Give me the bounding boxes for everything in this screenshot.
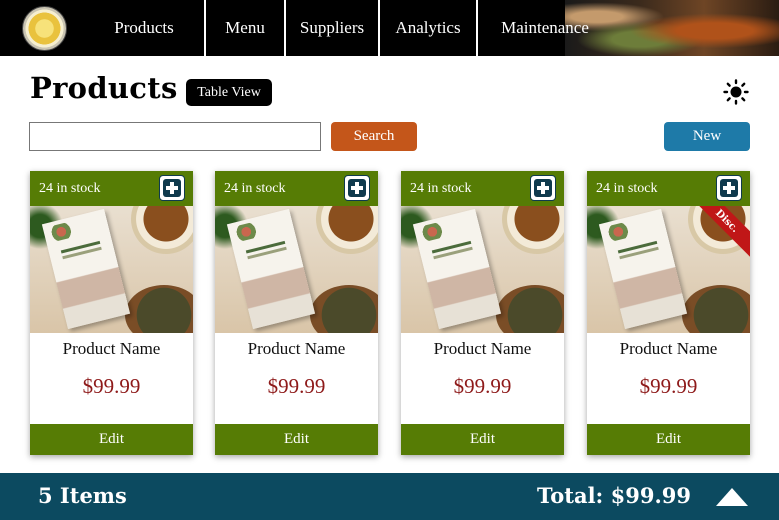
stock-label: 24 in stock	[596, 181, 658, 196]
triangle-up-icon[interactable]	[715, 487, 749, 507]
product-card: 24 in stock Disc. Product Name $99.99 Ed…	[587, 171, 750, 455]
items-count: 5 Items	[38, 483, 127, 508]
lemon-tea-logo[interactable]	[22, 6, 67, 51]
product-name: Product Name	[62, 339, 161, 358]
product-image[interactable]	[215, 206, 378, 333]
cart-footer: 5 Items Total: $99.99	[0, 473, 779, 520]
product-name: Product Name	[619, 339, 718, 358]
nav-item-maintenance[interactable]: Maintenance	[478, 0, 612, 56]
product-name: Product Name	[433, 339, 532, 358]
product-card: 24 in stock Product Name $99.99 Edit	[401, 171, 564, 455]
new-product-button[interactable]: New	[664, 122, 750, 151]
stock-label: 24 in stock	[224, 181, 286, 196]
product-image[interactable]	[30, 206, 193, 333]
product-image[interactable]	[401, 206, 564, 333]
add-to-cart-icon[interactable]	[530, 175, 556, 201]
card-header: 24 in stock	[401, 171, 564, 206]
nav-item-products[interactable]: Products	[86, 0, 202, 56]
product-price: $99.99	[82, 374, 141, 398]
card-header: 24 in stock	[215, 171, 378, 206]
edit-button[interactable]: Edit	[215, 424, 378, 455]
product-card: 24 in stock Product Name $99.99 Edit	[215, 171, 378, 455]
add-to-cart-icon[interactable]	[159, 175, 185, 201]
top-nav: Products Menu Suppliers Analytics Mainte…	[0, 0, 779, 56]
add-to-cart-icon[interactable]	[344, 175, 370, 201]
product-price: $99.99	[453, 374, 512, 398]
card-header: 24 in stock	[30, 171, 193, 206]
product-card: 24 in stock Product Name $99.99 Edit	[30, 171, 193, 455]
product-image[interactable]: Disc.	[587, 206, 750, 333]
card-header: 24 in stock	[587, 171, 750, 206]
table-view-toggle[interactable]: Table View	[186, 79, 272, 106]
product-price: $99.99	[639, 374, 698, 398]
nav-item-suppliers[interactable]: Suppliers	[286, 0, 378, 56]
nav-item-menu[interactable]: Menu	[206, 0, 284, 56]
edit-button[interactable]: Edit	[30, 424, 193, 455]
search-input[interactable]	[29, 122, 321, 151]
add-to-cart-icon[interactable]	[716, 175, 742, 201]
stock-label: 24 in stock	[39, 181, 101, 196]
edit-button[interactable]: Edit	[587, 424, 750, 455]
cart-total: Total: $99.99	[537, 483, 691, 508]
page-title: Products	[30, 71, 178, 105]
sun-icon[interactable]	[723, 79, 749, 105]
search-button[interactable]: Search	[331, 122, 417, 151]
product-price: $99.99	[267, 374, 326, 398]
product-name: Product Name	[247, 339, 346, 358]
nav-item-analytics[interactable]: Analytics	[380, 0, 476, 56]
edit-button[interactable]: Edit	[401, 424, 564, 455]
stock-label: 24 in stock	[410, 181, 472, 196]
